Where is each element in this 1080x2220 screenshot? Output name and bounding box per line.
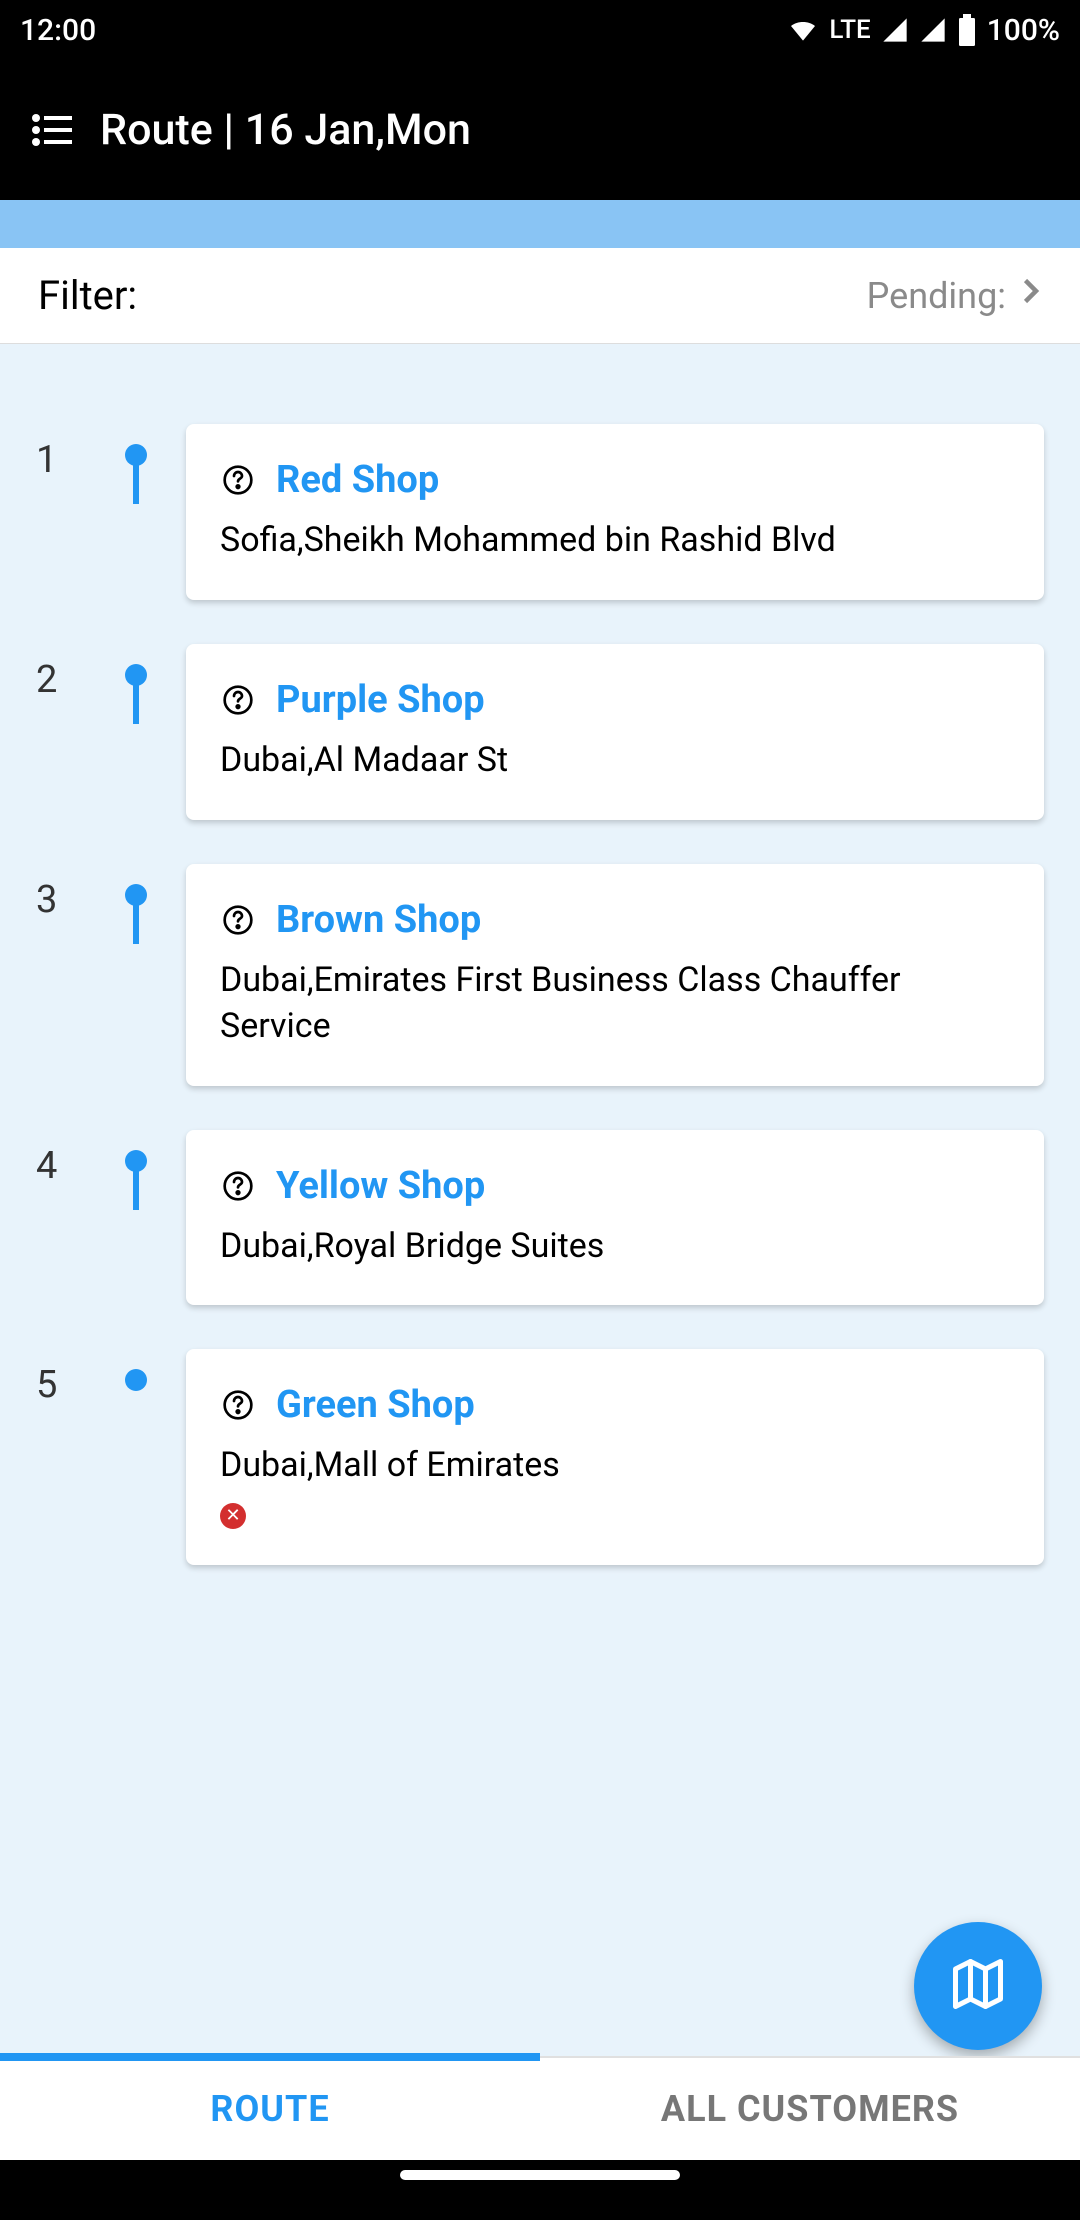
route-item[interactable]: 5 Green Shop Dubai,Mall of Emirates ✕	[36, 1349, 1044, 1565]
route-index: 4	[36, 1130, 116, 1188]
filter-row: Filter: Pending:	[0, 248, 1080, 344]
system-nav-bar	[0, 2160, 1080, 2190]
shop-address: Dubai,Royal Bridge Suites	[220, 1224, 1010, 1270]
route-card[interactable]: Yellow Shop Dubai,Royal Bridge Suites	[186, 1130, 1044, 1306]
content-area: Filter: Pending: 1 Red Shop	[0, 200, 1080, 2190]
shop-name: Brown Shop	[276, 898, 481, 942]
page-title: Route | 16 Jan,Mon	[100, 105, 471, 155]
shop-name: Yellow Shop	[276, 1164, 485, 1208]
map-fab[interactable]	[914, 1922, 1042, 2050]
timeline-dot-icon	[125, 444, 147, 466]
battery-percent: 100%	[987, 13, 1060, 48]
filter-label: Filter:	[38, 272, 137, 319]
route-index: 2	[36, 644, 116, 702]
status-right-cluster: LTE 100%	[787, 13, 1060, 48]
battery-icon	[957, 14, 977, 46]
route-list: 1 Red Shop Sofia,Sheikh Mohammed bin Ras…	[0, 344, 1080, 2064]
info-strip	[0, 200, 1080, 248]
tab-route-label: ROUTE	[210, 2088, 329, 2130]
route-item[interactable]: 2 Purple Shop Dubai,Al Madaar St	[36, 644, 1044, 820]
shop-address: Dubai,Mall of Emirates	[220, 1443, 1010, 1489]
error-icon: ✕	[220, 1503, 246, 1529]
pending-label: Pending:	[867, 275, 1006, 317]
error-badge: ✕	[220, 1503, 1010, 1529]
signal-icon	[881, 16, 909, 44]
shop-name: Purple Shop	[276, 678, 485, 722]
status-time: 12:00	[20, 13, 96, 48]
lte-label: LTE	[829, 15, 870, 45]
signal-icon-2	[919, 16, 947, 44]
route-item[interactable]: 3 Brown Shop Dubai,Emirates First Busine…	[36, 864, 1044, 1086]
tab-route[interactable]: ROUTE	[0, 2058, 540, 2160]
shop-name: Green Shop	[276, 1383, 475, 1427]
status-bar: 12:00 LTE 100%	[0, 0, 1080, 60]
help-circle-icon	[220, 462, 256, 498]
menu-icon[interactable]	[24, 102, 80, 158]
route-item[interactable]: 1 Red Shop Sofia,Sheikh Mohammed bin Ras…	[36, 424, 1044, 600]
route-index: 1	[36, 424, 116, 482]
help-circle-icon	[220, 682, 256, 718]
shop-address: Dubai,Emirates First Business Class Chau…	[220, 958, 1010, 1050]
route-card[interactable]: Brown Shop Dubai,Emirates First Business…	[186, 864, 1044, 1086]
help-circle-icon	[220, 902, 256, 938]
timeline-dot-icon	[125, 664, 147, 686]
app-bar: Route | 16 Jan,Mon	[0, 60, 1080, 200]
timeline-dot-icon	[125, 884, 147, 906]
timeline-dot-icon	[125, 1369, 147, 1391]
route-index: 3	[36, 864, 116, 922]
map-icon	[948, 1954, 1008, 2018]
shop-name: Red Shop	[276, 458, 439, 502]
bottom-tabs: ROUTE ALL CUSTOMERS	[0, 2056, 1080, 2160]
timeline-dot-icon	[125, 1150, 147, 1172]
help-circle-icon	[220, 1168, 256, 1204]
shop-address: Sofia,Sheikh Mohammed bin Rashid Blvd	[220, 518, 1010, 564]
wifi-icon	[787, 14, 819, 46]
chevron-right-icon	[1012, 273, 1048, 318]
tab-all-customers-label: ALL CUSTOMERS	[661, 2088, 959, 2130]
pending-button[interactable]: Pending:	[867, 273, 1048, 318]
route-card[interactable]: Red Shop Sofia,Sheikh Mohammed bin Rashi…	[186, 424, 1044, 600]
tab-all-customers[interactable]: ALL CUSTOMERS	[540, 2058, 1080, 2160]
route-card[interactable]: Purple Shop Dubai,Al Madaar St	[186, 644, 1044, 820]
help-circle-icon	[220, 1387, 256, 1423]
route-index: 5	[36, 1349, 116, 1407]
route-card[interactable]: Green Shop Dubai,Mall of Emirates ✕	[186, 1349, 1044, 1565]
route-item[interactable]: 4 Yellow Shop Dubai,Royal Bridge Suites	[36, 1130, 1044, 1306]
shop-address: Dubai,Al Madaar St	[220, 738, 1010, 784]
home-indicator[interactable]	[400, 2170, 680, 2180]
